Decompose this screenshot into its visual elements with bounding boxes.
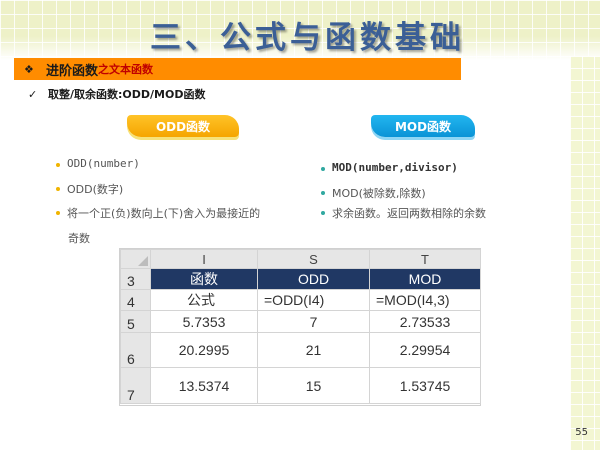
page-number: 55 (575, 427, 588, 438)
table-cell[interactable]: =ODD(I4) (257, 289, 370, 311)
odd-syntax-bullet: ODD(number) (56, 157, 140, 170)
table-row: 6 20.2995 21 2.29954 (120, 332, 481, 368)
section-bar: ❖ 进阶函数 之文本函数 (14, 58, 461, 80)
table-row: 3 函数 ODD MOD (120, 268, 481, 290)
mod-syntax-cn-text: MOD(被除数,除数) (332, 187, 426, 200)
odd-function-label: ODD函数 (127, 115, 239, 137)
table-cell[interactable]: ODD (257, 268, 370, 290)
section-title: 进阶函数 (46, 63, 99, 79)
table-cell[interactable]: 15 (257, 367, 370, 404)
table-cell[interactable]: 函数 (150, 268, 258, 290)
spreadsheet-example: I S T 3 函数 ODD MOD 4 公式 =ODD(I4) =MOD(I4… (119, 248, 481, 406)
slide-title: 三、公式与函数基础 (150, 20, 465, 56)
bullet-dot-icon (56, 211, 60, 215)
table-row: 5 5.7353 7 2.73533 (120, 310, 481, 333)
column-header-s[interactable]: S (257, 249, 370, 269)
mod-syntax-bullet: MOD(number,divisor) (321, 161, 458, 174)
bullet-dot-icon (321, 211, 325, 215)
mod-description-bullet: 求余函数。返回两数相除的余数 (321, 205, 486, 221)
odd-syntax-cn-text: ODD(数字) (67, 183, 124, 196)
bullet-dot-icon (321, 191, 325, 195)
table-cell[interactable]: 5.7353 (150, 310, 258, 333)
column-header-t[interactable]: T (369, 249, 481, 269)
corner-triangle-icon (138, 256, 148, 266)
table-row: 4 公式 =ODD(I4) =MOD(I4,3) (120, 289, 481, 311)
row-number[interactable]: 5 (120, 310, 151, 333)
mod-syntax-cn-bullet: MOD(被除数,除数) (321, 185, 426, 201)
select-all-corner[interactable] (120, 249, 151, 269)
odd-syntax-text: ODD(number) (67, 157, 140, 170)
row-number[interactable]: 4 (120, 289, 151, 311)
mod-description-text: 求余函数。返回两数相除的余数 (332, 207, 486, 220)
column-header-row: I S T (120, 249, 481, 269)
table-cell[interactable]: 7 (257, 310, 370, 333)
table-cell[interactable]: 2.29954 (369, 332, 481, 368)
table-row: 7 13.5374 15 1.53745 (120, 367, 481, 404)
right-decorative-strip (570, 56, 600, 450)
column-header-i[interactable]: I (150, 249, 258, 269)
row-number[interactable]: 7 (120, 367, 151, 404)
subheading-text: 取整/取余函数:ODD/MOD函数 (48, 88, 206, 101)
subheading: ✓ 取整/取余函数:ODD/MOD函数 (28, 86, 205, 102)
odd-description-text: 将一个正(负)数向上(下)舍入为最接近的 (67, 207, 261, 220)
row-number[interactable]: 6 (120, 332, 151, 368)
odd-syntax-cn-bullet: ODD(数字) (56, 181, 123, 197)
section-subtitle: 之文本函数 (98, 63, 154, 76)
table-cell[interactable]: 公式 (150, 289, 258, 311)
check-icon: ✓ (28, 87, 38, 101)
table-cell[interactable]: MOD (369, 268, 481, 290)
table-cell[interactable]: 1.53745 (369, 367, 481, 404)
diamond-bullet-icon: ❖ (24, 62, 34, 76)
odd-description-bullet: 将一个正(负)数向上(下)舍入为最接近的 (56, 205, 260, 221)
table-cell[interactable]: 13.5374 (150, 367, 258, 404)
table-cell[interactable]: =MOD(I4,3) (369, 289, 481, 311)
table-cell[interactable]: 21 (257, 332, 370, 368)
bullet-dot-icon (56, 163, 60, 167)
bullet-dot-icon (56, 187, 60, 191)
bullet-dot-icon (321, 167, 325, 171)
odd-description-continuation: 奇数 (68, 232, 90, 245)
row-number[interactable]: 3 (120, 268, 151, 290)
table-cell[interactable]: 2.73533 (369, 310, 481, 333)
mod-function-label: MOD函数 (371, 115, 475, 137)
mod-syntax-text: MOD(number,divisor) (332, 161, 458, 174)
table-cell[interactable]: 20.2995 (150, 332, 258, 368)
